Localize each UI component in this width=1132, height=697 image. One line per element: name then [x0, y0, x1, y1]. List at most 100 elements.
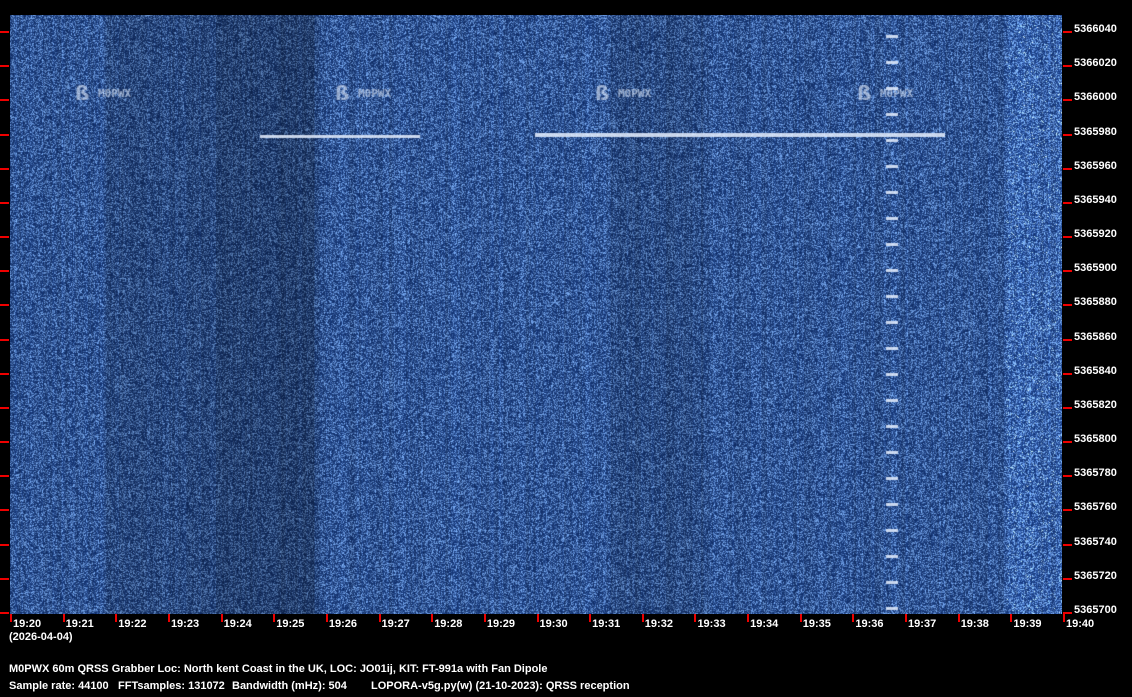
x-tick: [379, 614, 381, 622]
software-version: LOPORA-v5g.py(w) (21-10-2023): QRSS rece…: [371, 680, 630, 692]
y-tick: [1063, 612, 1072, 614]
x-tick-label: 19:36: [855, 618, 883, 630]
y-tick-label: 5365900: [1074, 262, 1117, 274]
y-tick: [1063, 441, 1072, 443]
fft-samples: FFTsamples: 131072: [118, 680, 225, 692]
y-tick: [0, 475, 9, 477]
x-tick-label: 19:39: [1013, 618, 1041, 630]
x-tick-label: 19:21: [66, 618, 94, 630]
y-tick-label: 5365920: [1074, 228, 1117, 240]
x-tick: [10, 614, 12, 622]
x-tick: [221, 614, 223, 622]
y-tick: [0, 373, 9, 375]
y-tick: [0, 339, 9, 341]
y-tick: [1063, 373, 1072, 375]
y-tick: [1063, 339, 1072, 341]
y-tick: [1063, 509, 1072, 511]
y-tick: [0, 544, 9, 546]
y-tick-label: 5365980: [1074, 126, 1117, 138]
y-tick: [1063, 134, 1072, 136]
y-tick: [1063, 168, 1072, 170]
y-tick-label: 5365940: [1074, 194, 1117, 206]
y-tick: [0, 578, 9, 580]
y-tick: [1063, 31, 1072, 33]
x-tick: [852, 614, 854, 622]
y-tick-label: 5365700: [1074, 604, 1117, 616]
spectrogram-waterfall: [10, 15, 1062, 614]
y-tick-label: 5365880: [1074, 296, 1117, 308]
y-tick: [0, 65, 9, 67]
y-tick: [0, 407, 9, 409]
x-tick: [537, 614, 539, 622]
x-tick-label: 19:28: [434, 618, 462, 630]
y-tick-label: 5365800: [1074, 433, 1117, 445]
y-tick-label: 5365960: [1074, 160, 1117, 172]
y-tick: [1063, 202, 1072, 204]
x-tick-label: 19:30: [540, 618, 568, 630]
y-tick-label: 5365740: [1074, 536, 1117, 548]
x-tick-label: 19:29: [487, 618, 515, 630]
y-tick: [1063, 544, 1072, 546]
y-tick: [0, 134, 9, 136]
x-tick: [747, 614, 749, 622]
x-tick-label: 19:35: [803, 618, 831, 630]
x-tick-label: 19:24: [224, 618, 252, 630]
x-tick: [431, 614, 433, 622]
x-tick: [273, 614, 275, 622]
x-tick-label: 19:22: [118, 618, 146, 630]
x-tick-label: 19:38: [961, 618, 989, 630]
y-tick: [1063, 65, 1072, 67]
y-tick: [1063, 236, 1072, 238]
y-tick: [0, 99, 9, 101]
x-tick: [800, 614, 802, 622]
y-tick-label: 5365860: [1074, 331, 1117, 343]
date-label: (2026-04-04): [9, 631, 73, 643]
y-tick: [0, 509, 9, 511]
y-tick: [0, 236, 9, 238]
x-tick-label: 19:20: [13, 618, 41, 630]
x-tick-label: 19:40: [1066, 618, 1094, 630]
x-tick: [484, 614, 486, 622]
y-tick-label: 5365780: [1074, 467, 1117, 479]
bandwidth: Bandwidth (mHz): 504: [232, 680, 347, 692]
y-tick-label: 5366000: [1074, 91, 1117, 103]
x-tick-label: 19:37: [908, 618, 936, 630]
x-tick: [1063, 614, 1065, 622]
y-tick: [1063, 407, 1072, 409]
x-tick-label: 19:32: [645, 618, 673, 630]
x-tick: [958, 614, 960, 622]
y-tick-label: 5365820: [1074, 399, 1117, 411]
y-tick: [1063, 578, 1072, 580]
y-tick: [0, 304, 9, 306]
y-tick: [0, 168, 9, 170]
y-tick: [0, 441, 9, 443]
x-tick: [115, 614, 117, 622]
station-info: M0PWX 60m QRSS Grabber Loc: North kent C…: [9, 663, 547, 675]
x-tick: [694, 614, 696, 622]
x-tick: [63, 614, 65, 622]
y-tick: [0, 202, 9, 204]
y-tick: [0, 31, 9, 33]
x-tick: [589, 614, 591, 622]
x-tick: [905, 614, 907, 622]
x-tick: [1010, 614, 1012, 622]
x-tick-label: 19:31: [592, 618, 620, 630]
y-tick-label: 5366020: [1074, 57, 1117, 69]
y-tick-label: 5365760: [1074, 501, 1117, 513]
x-tick-label: 19:34: [750, 618, 778, 630]
y-tick: [0, 270, 9, 272]
x-tick: [642, 614, 644, 622]
y-tick: [1063, 99, 1072, 101]
y-tick: [1063, 475, 1072, 477]
x-tick-label: 19:26: [329, 618, 357, 630]
x-tick: [326, 614, 328, 622]
sample-rate: Sample rate: 44100: [9, 680, 109, 692]
y-tick: [0, 612, 9, 614]
y-tick-label: 5365840: [1074, 365, 1117, 377]
x-tick-label: 19:33: [697, 618, 725, 630]
x-tick-label: 19:27: [382, 618, 410, 630]
x-tick: [168, 614, 170, 622]
x-tick-label: 19:25: [276, 618, 304, 630]
x-tick-label: 19:23: [171, 618, 199, 630]
y-tick: [1063, 304, 1072, 306]
